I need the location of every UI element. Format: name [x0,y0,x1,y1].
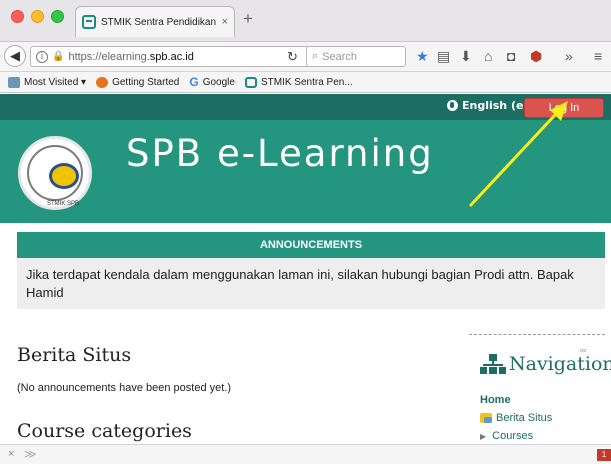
spb-icon [244,76,257,88]
nav-item-berita-situs[interactable]: Berita Situs [480,412,552,424]
browser-toolbar: ◀ i 🔒 https://elearning.spb.ac.id ↻ ⌕ Se… [0,42,611,72]
bookmark-stmik[interactable]: STMIK Sentra Pen... [244,76,353,88]
site-header: STMIK SPB SPB e-Learning [0,120,611,223]
new-tab-button[interactable]: + [243,10,253,27]
logo-ring: STMIK SPB [27,145,83,207]
reload-icon[interactable]: ↻ [287,49,298,65]
url-bar[interactable]: i 🔒 https://elearning.spb.ac.id [30,46,310,67]
back-arrow-icon: ◀ [10,48,20,63]
search-placeholder: Search [322,50,358,63]
statusbar-close-icon[interactable]: × [8,448,14,460]
expand-triangle-icon: ▶ [480,431,487,441]
home-icon[interactable]: ⌂ [484,47,492,65]
site-title: SPB e-Learning [126,132,434,175]
folder-icon [8,76,20,88]
browser-tab[interactable]: STMIK Sentra Pendidikan Bisn × [75,6,235,37]
globe-icon [447,100,458,111]
navigation-title: Navigation [509,353,611,375]
back-button[interactable]: ◀ [4,45,26,67]
nav-item-label: Courses [492,430,534,442]
minimize-window-button[interactable] [31,10,44,23]
stmik-logo[interactable]: STMIK SPB [18,136,92,210]
firefox-icon [96,76,109,88]
bookmarks-bar: Most Visited ▾ Getting Started G Google … [0,72,611,93]
nav-item-courses[interactable]: ▶ Courses [480,430,533,442]
tab-title: STMIK Sentra Pendidikan Bisn [101,16,218,28]
hamburger-menu-icon[interactable]: ≡ [594,47,602,65]
logo-emblem-icon [49,163,79,189]
bookmark-most-visited[interactable]: Most Visited ▾ [8,76,86,88]
logo-text: STMIK SPB [46,201,79,207]
download-icon[interactable]: ⬇ [460,47,472,65]
sitemap-icon [480,354,506,374]
announcements-text: Jika terdapat kendala dalam menggunakan … [17,258,605,309]
bookmark-star-icon[interactable]: ★ [416,47,429,65]
navigation-block: ▫▫ Navigation Home Berita Situs ▶ Course… [469,334,611,442]
close-window-button[interactable] [11,10,24,23]
url-text: https://elearning.spb.ac.id [68,50,194,63]
news-heading: Berita Situs [17,344,132,366]
pocket-icon[interactable]: ◘ [507,47,515,65]
search-bar[interactable]: ⌕ Search [306,46,406,67]
lock-icon: 🔒 [52,51,65,62]
page-content: English (en) Log In STMIK SPB SPB e-Lear… [0,94,611,444]
nav-home-link[interactable]: Home [480,394,511,406]
reading-list-icon[interactable]: ▤ [437,47,450,65]
nav-item-label: Berita Situs [496,412,553,424]
navigation-header: Navigation [480,353,611,375]
top-navbar: English (en) Log In [0,94,611,120]
bookmark-google[interactable]: G Google [189,75,235,89]
forum-icon [480,413,492,423]
overflow-menu-icon[interactable]: » [565,47,573,65]
tab-close-icon[interactable]: × [222,16,228,28]
site-favicon-icon [82,15,96,29]
info-icon[interactable]: i [36,50,48,63]
login-button[interactable]: Log In [524,98,604,118]
status-bar: × ≫ 1 [0,444,611,464]
language-menu[interactable]: English (en) [447,99,536,112]
no-announcements-text: (No announcements have been posted yet.) [17,382,232,394]
statusbar-expand-icon[interactable]: ≫ [24,447,37,461]
adblock-icon[interactable]: ⬢ [530,47,542,65]
announcements-heading: ANNOUNCEMENTS [17,232,605,258]
notification-badge[interactable]: 1 [597,449,611,461]
google-icon: G [189,75,199,89]
course-categories-heading: Course categories [17,420,192,442]
search-icon: ⌕ [312,50,319,62]
maximize-window-button[interactable] [51,10,64,23]
bookmark-getting-started[interactable]: Getting Started [96,76,179,88]
browser-titlebar: STMIK Sentra Pendidikan Bisn × + [0,0,611,42]
